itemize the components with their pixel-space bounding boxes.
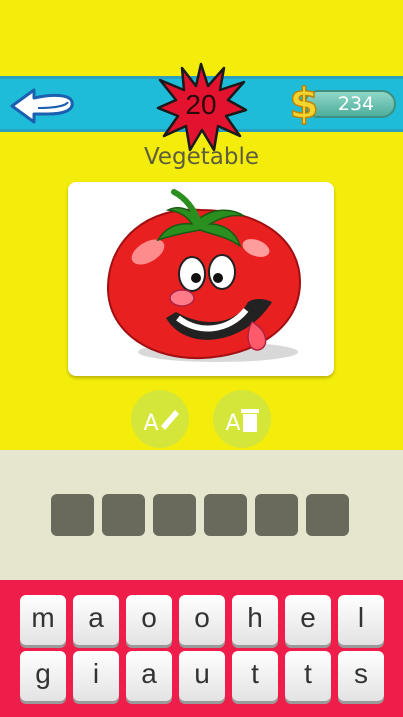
letter-key[interactable]: o <box>179 595 225 645</box>
reveal-letter-icon: A <box>143 410 179 436</box>
hint-reveal-letter-button[interactable]: A <box>131 390 189 448</box>
letter-key[interactable]: a <box>126 651 172 701</box>
letter-key[interactable]: t <box>232 651 278 701</box>
letter-key[interactable]: t <box>285 651 331 701</box>
letter-key[interactable]: g <box>20 651 66 701</box>
answer-slot[interactable] <box>153 494 196 536</box>
letter-key[interactable]: h <box>232 595 278 645</box>
coin-balance: 234 <box>337 93 375 115</box>
answer-slot[interactable] <box>204 494 247 536</box>
level-number: 20 <box>185 89 217 120</box>
answer-slot[interactable] <box>51 494 94 536</box>
letter-key[interactable]: u <box>179 651 225 701</box>
letter-key[interactable]: o <box>126 595 172 645</box>
letter-key[interactable]: i <box>73 651 119 701</box>
tomato-image <box>106 189 302 362</box>
letter-key[interactable]: a <box>73 595 119 645</box>
answer-slot[interactable] <box>255 494 298 536</box>
letter-key[interactable]: e <box>285 595 331 645</box>
svg-text:A: A <box>225 411 240 436</box>
remove-letters-icon: A <box>225 409 259 436</box>
svg-text:A: A <box>143 411 158 436</box>
letter-key[interactable]: s <box>338 651 384 701</box>
answer-slot[interactable] <box>306 494 349 536</box>
letter-key[interactable]: m <box>20 595 66 645</box>
letter-key[interactable]: l <box>338 595 384 645</box>
category-label: Vegetable <box>143 144 260 170</box>
hint-remove-letters-button[interactable]: A <box>213 390 271 448</box>
back-arrow-icon[interactable] <box>8 84 78 126</box>
svg-text:$: $ <box>289 80 318 126</box>
dollar-icon: $ <box>289 80 320 126</box>
answer-slot[interactable] <box>102 494 145 536</box>
